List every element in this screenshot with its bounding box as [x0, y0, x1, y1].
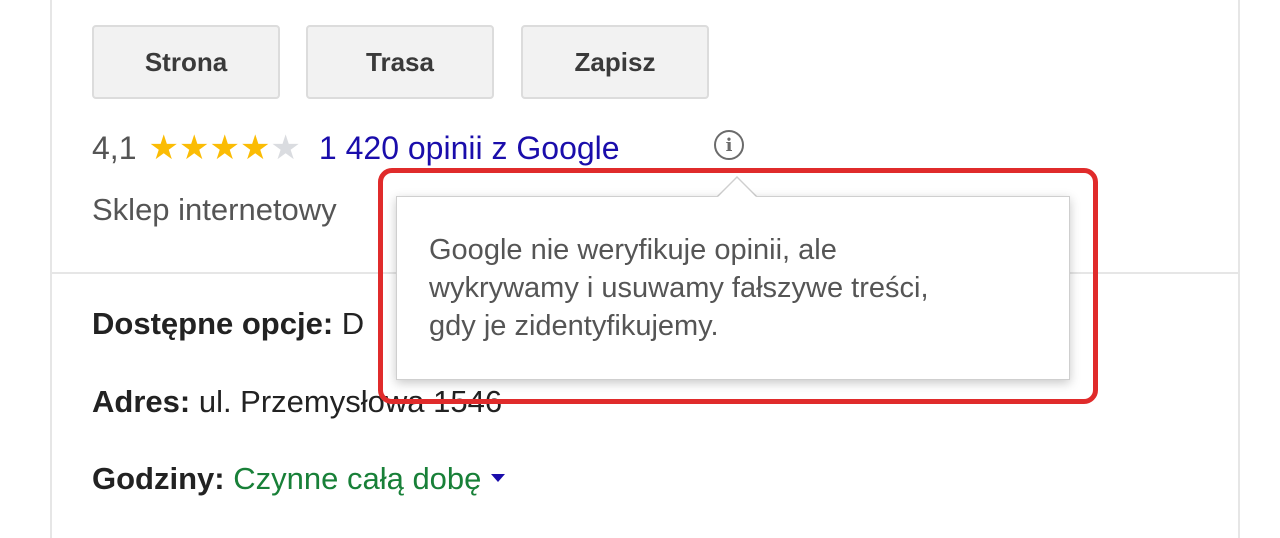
hours-value[interactable]: Czynne całą dobę: [233, 461, 481, 496]
save-button[interactable]: Zapisz: [521, 25, 709, 99]
reviews-info-tooltip: Google nie weryfikuje opinii, ale wykryw…: [396, 196, 1070, 380]
address-line: Adres: ul. Przemysłowa 1546: [92, 384, 502, 420]
place-category: Sklep internetowy: [92, 192, 337, 227]
tooltip-line: Google nie weryfikuje opinii, ale: [429, 234, 837, 266]
tooltip-line: wykrywamy i usuwamy fałszywe treści,: [429, 272, 929, 304]
directions-button[interactable]: Trasa: [306, 25, 494, 99]
star-icon: ★: [178, 129, 210, 167]
address-label: Adres:: [92, 384, 191, 419]
options-value: D: [341, 306, 365, 341]
rating-row: 4,1 ★ ★ ★ ★ ★ 1 420 opinii z Google: [92, 126, 620, 170]
options-line: Dostępne opcje: D: [92, 306, 364, 342]
hours-line: Godziny: Czynne całą dobę: [92, 461, 506, 497]
tooltip-text: Google nie weryfikuje opinii, ale wykryw…: [429, 231, 1037, 345]
options-label: Dostępne opcje:: [92, 306, 334, 341]
tooltip-arrow-inner: [718, 178, 756, 197]
truncated-top-text: [92, 0, 1092, 2]
star-rating: ★ ★ ★ ★ ★: [148, 131, 300, 165]
caret-down-icon[interactable]: [491, 473, 506, 482]
tooltip-line: gdy je zidentyfikujemy.: [429, 310, 719, 342]
website-button[interactable]: Strona: [92, 25, 280, 99]
star-icon: ★: [148, 129, 179, 167]
star-icon: ★: [239, 129, 271, 167]
info-icon[interactable]: i: [714, 130, 744, 160]
star-icon: ★: [209, 129, 240, 167]
address-value: ul. Przemysłowa 1546: [198, 384, 503, 419]
rating-value: 4,1: [92, 129, 137, 166]
star-icon: ★: [270, 129, 301, 167]
hours-label: Godziny:: [92, 461, 225, 496]
reviews-link[interactable]: 1 420 opinii z Google: [319, 130, 620, 167]
